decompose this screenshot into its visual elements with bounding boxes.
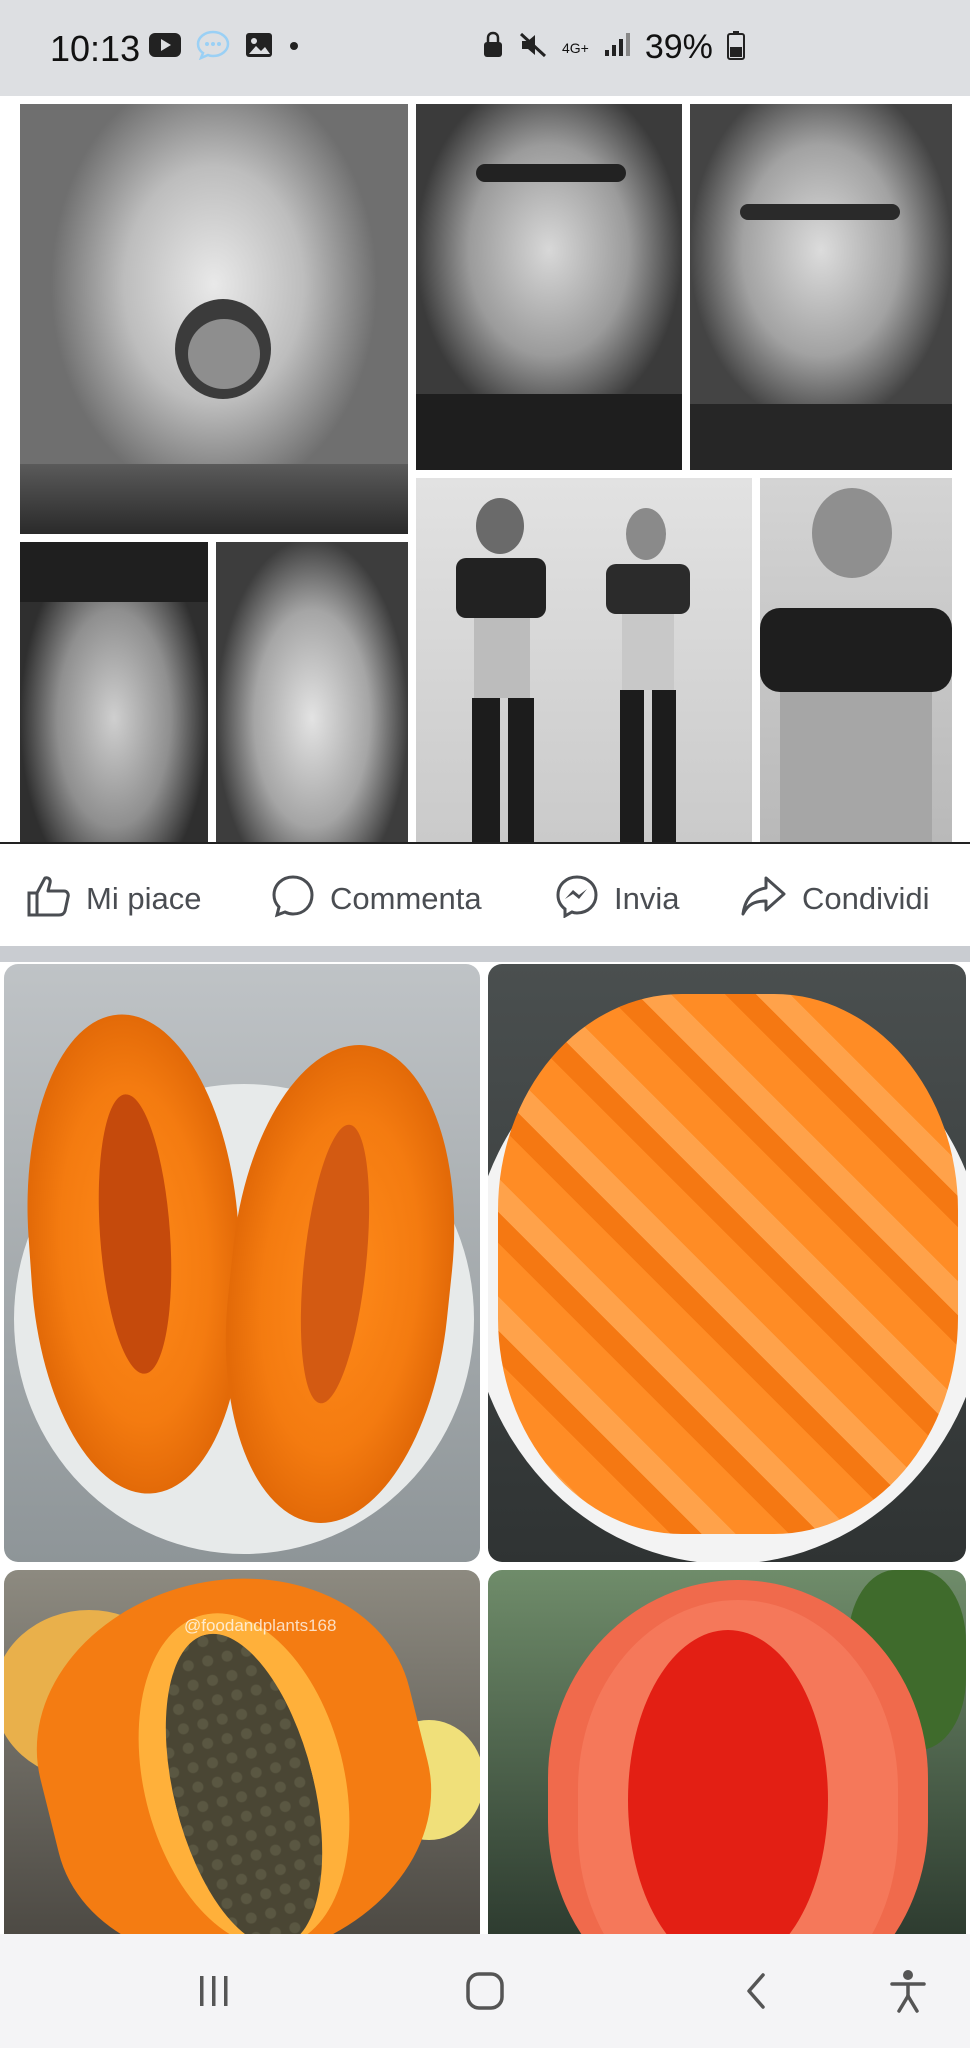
battery-percent: 39% bbox=[644, 28, 713, 66]
status-right-icons: 4G+ 39% bbox=[482, 28, 745, 67]
share-label: Condividi bbox=[802, 880, 930, 916]
mute-icon bbox=[518, 31, 548, 64]
feed-divider bbox=[0, 946, 970, 962]
comment-label: Commenta bbox=[330, 880, 482, 916]
post-image-collage[interactable] bbox=[0, 96, 970, 934]
photo-papaya-halves[interactable] bbox=[4, 964, 480, 1562]
messenger-icon bbox=[554, 874, 600, 923]
network-indicator: 4G+ bbox=[562, 39, 589, 56]
gallery-icon bbox=[244, 31, 274, 64]
send-button[interactable]: Invia bbox=[554, 874, 679, 923]
signal-icon bbox=[603, 32, 631, 63]
comment-button[interactable]: Commenta bbox=[270, 874, 482, 923]
photo-face-stare-2[interactable] bbox=[690, 104, 952, 470]
back-icon bbox=[741, 1971, 771, 2016]
like-button[interactable]: Mi piace bbox=[26, 874, 201, 923]
status-bar: 10:13 4G+ 39% bbox=[0, 0, 970, 96]
post-image-papaya[interactable]: @foodandplants168 bbox=[0, 962, 970, 1934]
thumbs-up-icon bbox=[26, 874, 72, 923]
recent-apps-icon bbox=[194, 1974, 234, 2013]
photo-face-stare-1[interactable] bbox=[416, 104, 682, 470]
share-button[interactable]: Condividi bbox=[740, 874, 930, 923]
lock-icon bbox=[482, 31, 504, 64]
navigation-bar bbox=[0, 1934, 970, 2048]
photo-papaya-cubes[interactable] bbox=[488, 964, 966, 1562]
battery-icon bbox=[726, 30, 745, 65]
recent-apps-button[interactable] bbox=[184, 1968, 244, 2018]
dot-icon bbox=[288, 39, 300, 57]
like-label: Mi piace bbox=[86, 880, 202, 916]
photo-papaya-red[interactable] bbox=[488, 1570, 966, 1934]
back-button[interactable] bbox=[726, 1968, 786, 2018]
youtube-icon bbox=[148, 32, 182, 63]
status-time: 10:13 bbox=[50, 28, 141, 69]
accessibility-button[interactable] bbox=[878, 1968, 938, 2018]
comment-bubble-icon bbox=[270, 874, 316, 923]
post-action-bar: Mi piace Commenta Invia Condividi bbox=[0, 842, 970, 952]
image-watermark: @foodandplants168 bbox=[184, 1616, 337, 1635]
photo-face-tongue[interactable] bbox=[20, 104, 408, 534]
message-bubble-icon bbox=[196, 30, 230, 65]
home-button[interactable] bbox=[455, 1968, 515, 2018]
send-label: Invia bbox=[614, 880, 680, 916]
photo-papaya-seeds[interactable]: @foodandplants168 bbox=[4, 1570, 480, 1934]
status-left-icons bbox=[148, 30, 300, 65]
home-icon bbox=[464, 1970, 506, 2017]
share-arrow-icon bbox=[740, 874, 788, 923]
accessibility-icon bbox=[888, 1968, 928, 2019]
